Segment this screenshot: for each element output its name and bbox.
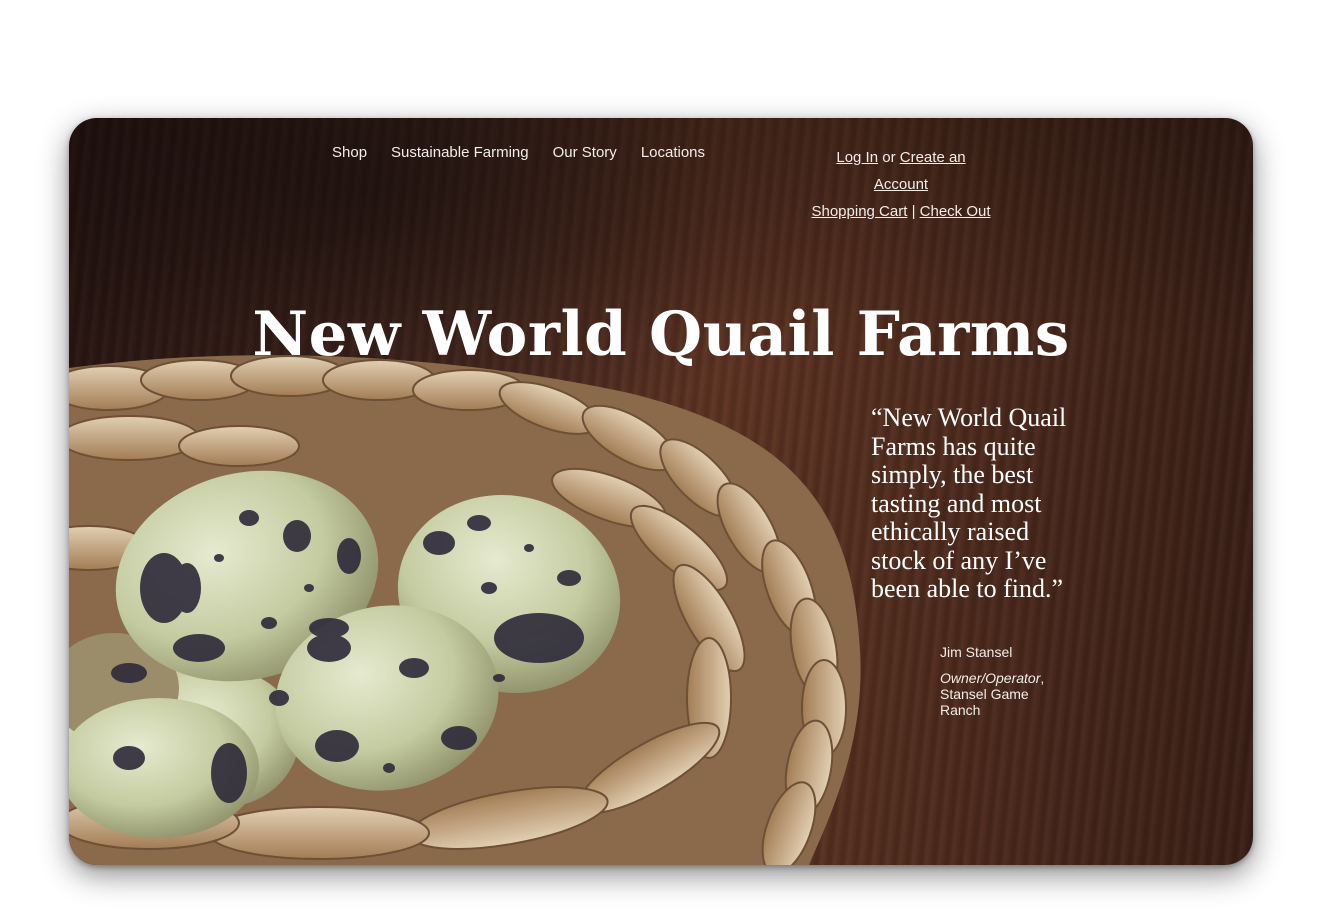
- account-row-auth: Log In or Create an Account: [809, 144, 993, 198]
- or-text: or: [882, 149, 896, 166]
- hero-card: Shop Sustainable Farming Our Story Locat…: [69, 118, 1253, 865]
- testimonial-role-title: Owner/Operator: [940, 670, 1041, 686]
- main-nav: Shop Sustainable Farming Our Story Locat…: [332, 144, 705, 161]
- account-links: Log In or Create an Account Shopping Car…: [809, 144, 993, 225]
- account-row-cart: Shopping Cart | Check Out: [809, 198, 993, 225]
- nav-item-sustainable-farming[interactable]: Sustainable Farming: [391, 144, 529, 161]
- check-out-link[interactable]: Check Out: [920, 203, 991, 220]
- nav-item-locations[interactable]: Locations: [641, 144, 705, 161]
- nav-item-our-story[interactable]: Our Story: [553, 144, 617, 161]
- testimonial-role: Owner/Operator, Stansel Game Ranch: [940, 670, 1045, 718]
- testimonial-attribution: Jim Stansel Owner/Operator, Stansel Game…: [940, 644, 1070, 718]
- cart-separator: |: [911, 203, 916, 220]
- testimonial-quote: “New World Quail Farms has quite simply,…: [871, 403, 1067, 603]
- nav-item-shop[interactable]: Shop: [332, 144, 367, 161]
- testimonial-role-org: Stansel Game Ranch: [940, 686, 1029, 718]
- testimonial-name: Jim Stansel: [940, 644, 1013, 660]
- site-title: New World Quail Farms: [252, 298, 1070, 370]
- shopping-cart-link[interactable]: Shopping Cart: [811, 203, 907, 220]
- login-link[interactable]: Log In: [836, 149, 878, 166]
- quail-eggs-basket-image: [69, 355, 861, 865]
